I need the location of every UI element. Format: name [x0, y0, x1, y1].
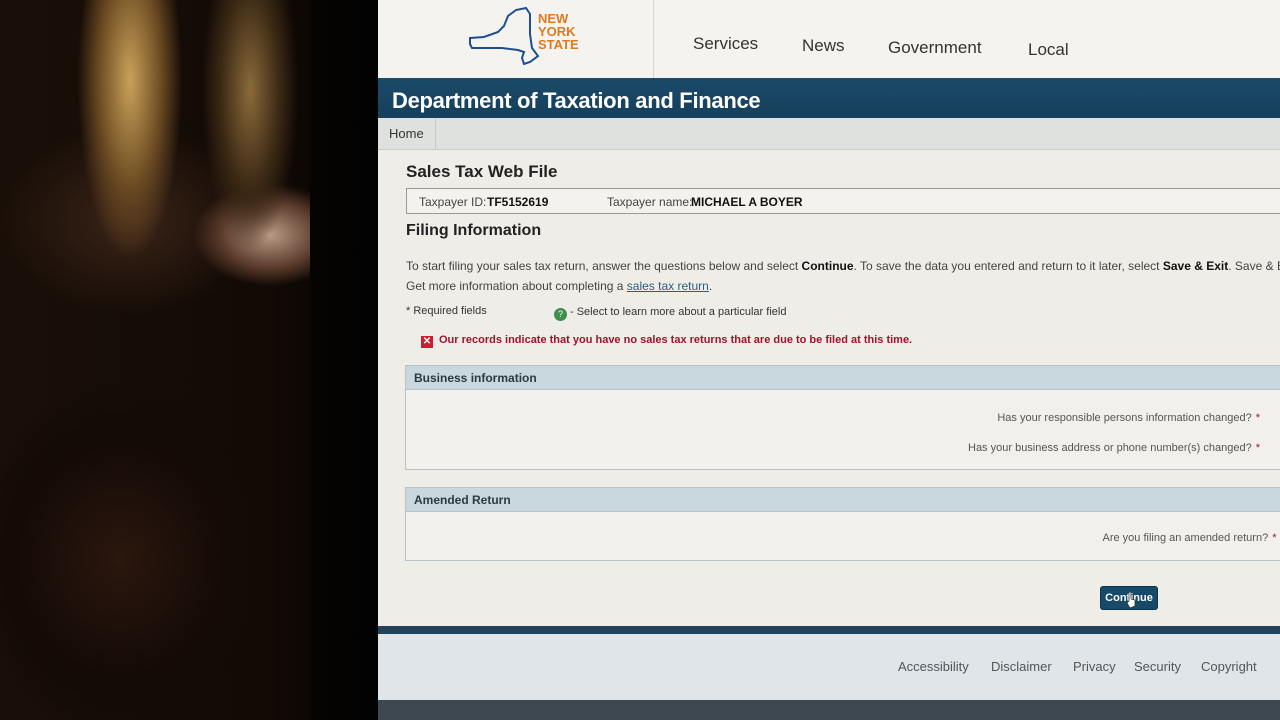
address-phone-question: Has your business address or phone numbe…: [968, 442, 1260, 454]
business-info-header: Business information: [406, 366, 1280, 390]
taxpayer-id-label: Taxpayer ID:: [419, 195, 487, 209]
amended-return-question: Are you filing an amended return?* Ye: [1102, 532, 1280, 544]
sales-tax-return-link[interactable]: sales tax return: [627, 279, 709, 293]
taxpayer-name-label: Taxpayer name:: [607, 195, 693, 209]
footer-security[interactable]: Security: [1134, 659, 1181, 674]
more-info-lead: Get more information about completing a: [406, 279, 624, 293]
footer-copyright[interactable]: Copyright: [1201, 659, 1257, 674]
footer-accessibility[interactable]: Accessibility: [898, 659, 969, 674]
intro-text-3: . Save & Exit is lo: [1228, 259, 1280, 273]
no-returns-alert: ✕ Our records indicate that you have no s…: [421, 334, 912, 348]
ny-state-map-icon: [469, 6, 540, 66]
amended-return-section: Amended Return Are you filing an amended…: [405, 487, 1280, 561]
nav-local[interactable]: Local: [1028, 40, 1069, 60]
taxpayer-info-box: Taxpayer ID: TF5152619 Taxpayer name: MI…: [406, 188, 1280, 214]
business-info-section: Business information Has your responsibl…: [405, 365, 1280, 470]
monitor-bezel: [310, 0, 378, 720]
footer-privacy[interactable]: Privacy: [1073, 659, 1116, 674]
department-title[interactable]: Department of Taxation and Finance: [392, 88, 761, 114]
error-icon: ✕: [421, 336, 433, 348]
required-fields-note: * Required fields: [406, 305, 487, 317]
bottom-strip: [378, 700, 1280, 720]
footer: Accessibility Disclaimer Privacy Securit…: [378, 634, 1280, 700]
required-marker: *: [1272, 532, 1277, 544]
required-marker: *: [1255, 412, 1260, 424]
field-help-note: ? - Select to learn more about a particul…: [554, 306, 786, 321]
filing-info-title: Filing Information: [406, 222, 542, 239]
responsible-persons-label: Has your responsible persons information…: [997, 412, 1252, 424]
amended-return-header: Amended Return: [406, 488, 1280, 512]
taxpayer-name-value: MICHAEL A BOYER: [691, 195, 803, 209]
ny-state-logo[interactable]: NEW YORK STATE: [464, 4, 579, 68]
footer-divider: [378, 626, 1280, 634]
hand-cursor-icon: [1126, 592, 1136, 608]
intro-continue: Continue: [801, 259, 854, 273]
more-info-end: .: [708, 279, 713, 293]
intro-save-exit: Save & Exit: [1162, 259, 1229, 273]
logo-text: NEW YORK STATE: [538, 12, 579, 51]
required-marker: *: [1255, 442, 1260, 454]
alert-text: Our records indicate that you have no sa…: [439, 334, 913, 346]
intro-text-2: . To save the data you entered and retur…: [853, 259, 1160, 273]
logo-line-state: STATE: [538, 37, 579, 52]
nav-services[interactable]: Services: [693, 34, 758, 54]
nav-divider: [653, 0, 654, 80]
help-icon[interactable]: ?: [554, 308, 567, 321]
intro-text-1: To start filing your sales tax return, a…: [406, 259, 799, 273]
taxpayer-id-value: TF5152619: [487, 195, 549, 209]
breadcrumb: Home: [378, 118, 1280, 150]
more-info-text: Get more information about completing a …: [406, 279, 712, 293]
nav-news[interactable]: News: [802, 36, 845, 56]
breadcrumb-home[interactable]: Home: [378, 118, 436, 150]
footer-disclaimer[interactable]: Disclaimer: [991, 659, 1052, 674]
browser-screen: NEW YORK STATE Services News Government …: [378, 0, 1280, 720]
page-title: Sales Tax Web File: [406, 162, 558, 181]
address-phone-label: Has your business address or phone numbe…: [968, 442, 1252, 454]
responsible-persons-question: Has your responsible persons information…: [997, 412, 1260, 424]
amended-return-label: Are you filing an amended return?: [1102, 532, 1269, 544]
intro-text: To start filing your sales tax return, a…: [406, 259, 1280, 273]
nav-government[interactable]: Government: [888, 38, 982, 58]
help-text: - Select to learn more about a particula…: [570, 306, 787, 318]
top-header: NEW YORK STATE Services News Government …: [378, 0, 1280, 80]
